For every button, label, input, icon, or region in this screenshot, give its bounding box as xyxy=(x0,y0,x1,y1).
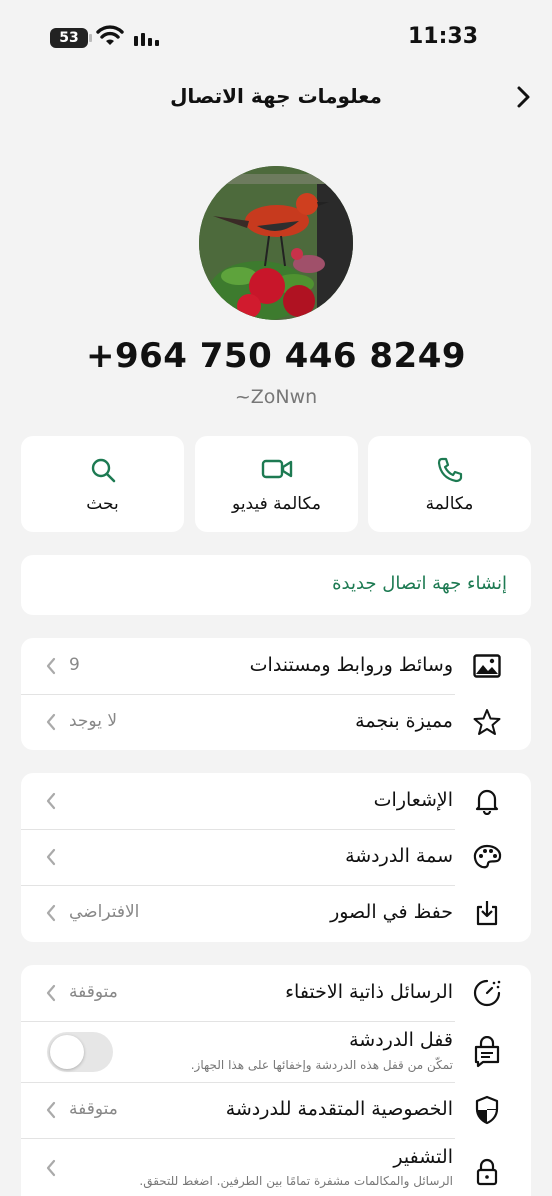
advanced-chat-privacy-label: الخصوصية المتقدمة للدردشة xyxy=(225,1098,453,1120)
advanced-chat-privacy-row[interactable]: الخصوصية المتقدمة للدردشة متوقفة xyxy=(21,1082,531,1138)
palette-icon xyxy=(473,844,502,869)
privacy-section: الرسائل ذاتية الاختفاء متوقفة قفل الدردش… xyxy=(21,965,531,1196)
disappearing-messages-value: متوقفة xyxy=(69,982,118,1002)
create-new-contact-label: إنشاء جهة اتصال جديدة xyxy=(332,573,507,594)
timer-icon xyxy=(473,979,501,1007)
avatar[interactable] xyxy=(199,166,353,320)
search-icon xyxy=(91,458,115,483)
status-time: 11:33 xyxy=(407,24,478,49)
chevron-left-icon xyxy=(46,904,56,922)
page-title: معلومات جهة الاتصال xyxy=(170,84,382,108)
bell-icon xyxy=(475,789,499,815)
save-to-photos-value: الافتراضي xyxy=(69,902,140,922)
voice-call-button[interactable]: مكالمة xyxy=(368,436,531,532)
chat-lock-label: قفل الدردشة xyxy=(349,1029,453,1051)
search-button-label: بحث xyxy=(86,494,119,514)
video-call-button[interactable]: مكالمة فيديو xyxy=(195,436,358,532)
media-section: وسائط وروابط ومستندات 9 مميزة بنجمة لا ي… xyxy=(21,638,531,750)
battery-icon: 53 xyxy=(50,28,92,48)
chevron-left-icon xyxy=(46,984,56,1002)
wifi-icon xyxy=(96,25,124,45)
shield-icon xyxy=(475,1095,499,1125)
video-call-label: مكالمة فيديو xyxy=(232,494,321,514)
media-links-docs-row[interactable]: وسائط وروابط ومستندات 9 xyxy=(21,638,531,694)
photo-icon xyxy=(473,654,501,678)
contact-username: ~ZoNwn xyxy=(234,386,318,408)
download-icon xyxy=(476,901,498,926)
chat-lock-description: تمكّن من قفل هذه الدردشة وإخفائها على هذ… xyxy=(190,1058,453,1072)
starred-messages-row[interactable]: مميزة بنجمة لا يوجد xyxy=(21,694,531,750)
battery-level: 53 xyxy=(59,30,79,46)
chevron-left-icon xyxy=(46,1159,56,1177)
chat-lock-row: قفل الدردشة تمكّن من قفل هذه الدردشة وإخ… xyxy=(21,1021,531,1082)
encryption-label: التشفير xyxy=(393,1146,453,1168)
nav-bar: معلومات جهة الاتصال xyxy=(0,74,552,120)
media-count: 9 xyxy=(69,655,80,675)
chevron-left-icon xyxy=(46,657,56,675)
chat-lock-icon xyxy=(474,1036,500,1068)
lock-icon xyxy=(476,1158,498,1186)
avatar-image xyxy=(199,166,353,320)
chat-theme-row[interactable]: سمة الدردشة xyxy=(21,829,531,885)
media-links-docs-label: وسائط وروابط ومستندات xyxy=(249,654,453,676)
chevron-left-icon xyxy=(46,848,56,866)
create-new-contact-button[interactable]: إنشاء جهة اتصال جديدة xyxy=(21,555,531,615)
chat-settings-section: الإشعارات سمة الدردشة حفظ في الصور الافت… xyxy=(21,773,531,942)
star-icon xyxy=(473,709,501,735)
signal-icon xyxy=(134,33,159,46)
back-chevron-icon[interactable] xyxy=(508,82,538,112)
encryption-row[interactable]: التشفير الرسائل والمكالمات مشفرة تمامًا … xyxy=(21,1138,531,1196)
starred-label: مميزة بنجمة xyxy=(355,710,453,732)
encryption-description: الرسائل والمكالمات مشفرة تمامًا بين الطر… xyxy=(139,1174,453,1188)
notifications-row[interactable]: الإشعارات xyxy=(21,773,531,829)
notifications-label: الإشعارات xyxy=(373,789,453,811)
search-button[interactable]: بحث xyxy=(21,436,184,532)
chat-lock-toggle[interactable] xyxy=(47,1032,113,1072)
starred-value: لا يوجد xyxy=(69,711,118,731)
phone-icon xyxy=(437,457,462,483)
chevron-left-icon xyxy=(46,792,56,810)
video-icon xyxy=(261,459,292,479)
chevron-left-icon xyxy=(46,713,56,731)
chevron-left-icon xyxy=(46,1101,56,1119)
toggle-knob xyxy=(50,1035,84,1069)
disappearing-messages-label: الرسائل ذاتية الاختفاء xyxy=(285,981,453,1003)
disappearing-messages-row[interactable]: الرسائل ذاتية الاختفاء متوقفة xyxy=(21,965,531,1021)
voice-call-label: مكالمة xyxy=(425,494,474,514)
contact-phone-number: +964 750 446 8249 xyxy=(85,336,467,376)
save-to-photos-label: حفظ في الصور xyxy=(330,901,453,923)
save-to-photos-row[interactable]: حفظ في الصور الافتراضي xyxy=(21,885,531,942)
chat-theme-label: سمة الدردشة xyxy=(345,845,453,867)
advanced-chat-privacy-value: متوقفة xyxy=(69,1099,118,1119)
status-bar: 53 11:33 xyxy=(0,0,552,70)
